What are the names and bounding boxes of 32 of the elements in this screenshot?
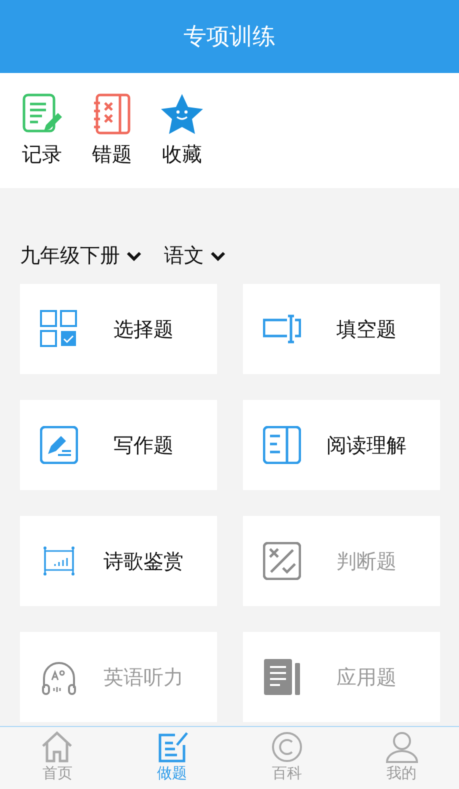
chevron-down-icon <box>210 250 226 260</box>
book-icon <box>263 426 301 464</box>
page-title: 专项训练 <box>184 23 276 52</box>
checkbox-grid-icon <box>40 310 78 348</box>
card-label: 选择题 <box>112 316 174 342</box>
notebook-cross-icon <box>92 93 132 135</box>
chevron-down-icon <box>126 250 142 260</box>
card-label: 判断题 <box>336 548 398 574</box>
card-label: 英语听力 <box>102 664 184 690</box>
shortcut-button[interactable]: 收藏 <box>158 93 206 168</box>
notepad-pencil-icon <box>22 93 62 135</box>
card-label: 写作题 <box>112 432 174 458</box>
copyright-icon <box>270 731 304 763</box>
star-face-icon <box>160 93 204 135</box>
question-type-card[interactable]: 写作题 <box>20 400 217 490</box>
shortcut-button[interactable]: 错题 <box>88 93 136 168</box>
card-label: 应用题 <box>336 664 398 690</box>
user-icon <box>384 731 419 763</box>
filter-dropdown[interactable]: 语文 <box>164 242 226 269</box>
newspaper-icon <box>263 658 301 696</box>
question-type-card[interactable]: 阅读理解 <box>243 400 440 490</box>
shortcut-button[interactable]: 记录 <box>18 93 66 168</box>
edit-icon <box>40 426 78 464</box>
cross-check-icon <box>263 542 301 580</box>
question-type-card[interactable]: 选择题 <box>20 284 217 374</box>
card-label: 阅读理解 <box>326 432 408 458</box>
card-label: 诗歌鉴赏 <box>102 548 184 574</box>
question-type-card[interactable]: 诗歌鉴赏 <box>20 516 217 606</box>
question-type-card[interactable]: 填空题 <box>243 284 440 374</box>
card-label: 填空题 <box>336 316 398 342</box>
filter-dropdown[interactable]: 九年级下册 <box>20 242 142 269</box>
home-icon <box>40 731 74 763</box>
